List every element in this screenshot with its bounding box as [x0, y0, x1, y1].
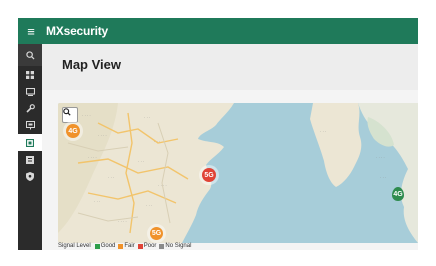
legend-label: Fair [124, 243, 135, 249]
marker-label: 4G [393, 190, 403, 198]
wrench-icon [25, 104, 35, 113]
zoom-button[interactable] [62, 107, 78, 123]
map-background: · · · · · · · · · · · · · · · · · · · · … [58, 103, 418, 243]
devices-icon [25, 121, 35, 130]
sidebar-item-reports[interactable] [18, 151, 42, 168]
svg-text:· · · ·: · · · · [376, 155, 385, 160]
magnifier-icon [63, 108, 71, 116]
dashboard-icon [26, 70, 34, 79]
page-title: Map View [62, 57, 122, 72]
signal-legend: Signal Level Good Fair Poor No Signal [58, 242, 193, 250]
map-marker[interactable]: 5G [202, 168, 216, 182]
brand-logo: MXsecurity [46, 24, 109, 38]
svg-text:· · · ·: · · · · [98, 133, 107, 138]
sidebar-item-tools[interactable] [18, 100, 42, 117]
legend-item: Fair [117, 243, 135, 249]
svg-text:· · ·: · · · [144, 115, 150, 120]
sidebar [18, 44, 42, 250]
legend-swatch [137, 243, 143, 249]
shield-icon [26, 172, 34, 181]
legend-label: No Signal [165, 243, 192, 249]
map-marker[interactable]: 4G [66, 124, 80, 138]
sidebar-item-map[interactable] [18, 134, 42, 151]
svg-text:· · · ·: · · · · [158, 183, 167, 188]
svg-text:· · ·: · · · [320, 129, 326, 134]
svg-text:· · · ·: · · · · [88, 155, 97, 160]
sidebar-item-devices[interactable] [18, 117, 42, 134]
legend-swatch [94, 243, 100, 249]
legend-label: Good [100, 243, 116, 249]
svg-text:· · ·: · · · [108, 175, 114, 180]
map-panel: · · · · · · · · · · · · · · · · · · · · … [42, 90, 418, 250]
legend-swatch [159, 243, 165, 249]
svg-text:· · ·: · · · [380, 175, 386, 180]
top-bar: ≡ MXsecurity [18, 18, 418, 44]
svg-text:· · ·: · · · [138, 159, 144, 164]
legend-item: Poor [137, 243, 157, 249]
legend-swatch [118, 243, 124, 249]
svg-text:· · ·: · · · [154, 139, 160, 144]
svg-text:· · ·: · · · [146, 203, 152, 208]
main-content: Map View · · · · · · · · · · · · · · · ·… [42, 44, 418, 250]
monitor-icon [25, 87, 35, 96]
legend-item: Good [94, 243, 116, 249]
map-pin[interactable]: 4G [392, 187, 404, 201]
app-window: ≡ MXsecurity Map View · · · · · · · · · … [18, 18, 418, 250]
svg-text:· · · ·: · · · · [82, 113, 91, 118]
map-icon [26, 138, 34, 147]
report-icon [26, 155, 34, 164]
legend-label: Poor [143, 243, 157, 249]
search-icon[interactable] [18, 44, 42, 66]
sidebar-item-monitor[interactable] [18, 83, 42, 100]
marker-label: 5G [204, 171, 214, 179]
sidebar-item-security[interactable] [18, 168, 42, 185]
svg-text:· · ·: · · · [94, 199, 100, 204]
hamburger-icon[interactable]: ≡ [18, 18, 44, 44]
svg-text:· · · ·: · · · · [118, 219, 127, 224]
map-canvas[interactable]: · · · · · · · · · · · · · · · · · · · · … [58, 103, 418, 243]
marker-label: 4G [68, 127, 78, 135]
legend-title: Signal Level [58, 243, 91, 249]
marker-label: 5G [151, 230, 162, 237]
map-marker[interactable]: 5G [150, 227, 163, 240]
sidebar-item-dashboard[interactable] [18, 66, 42, 83]
legend-item: No Signal [158, 243, 191, 249]
